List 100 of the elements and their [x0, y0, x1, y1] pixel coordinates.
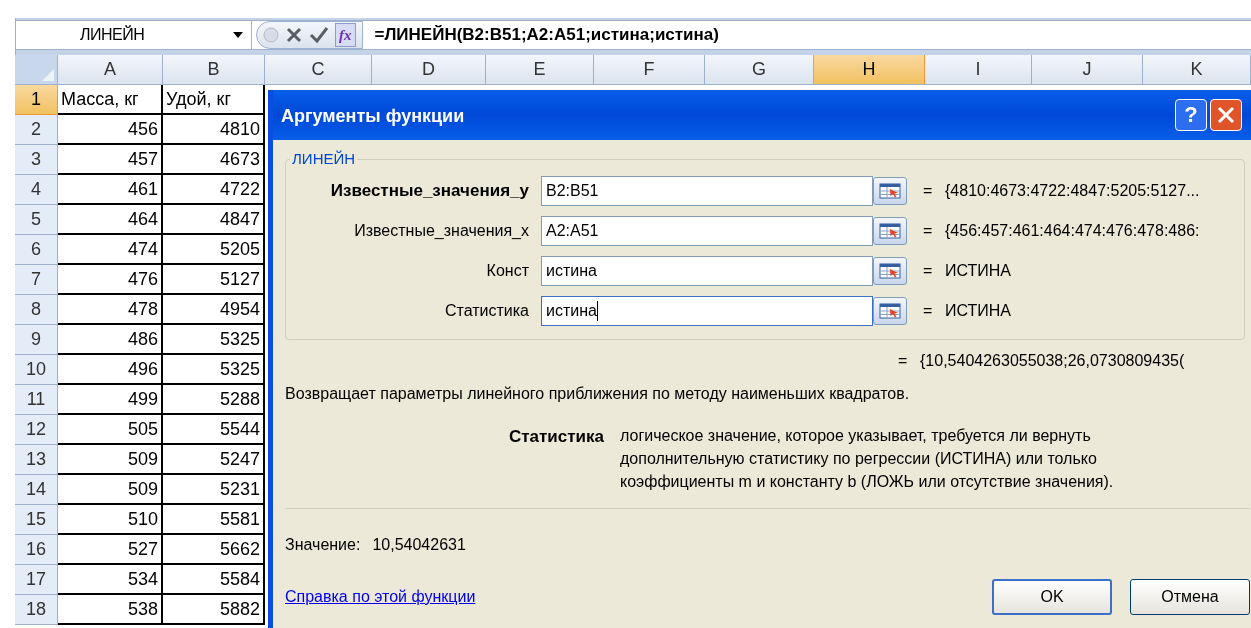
- close-icon: [1217, 106, 1235, 124]
- row-header[interactable]: 6: [15, 235, 58, 265]
- table-cell: 5231: [163, 475, 265, 505]
- column-header[interactable]: J: [1032, 55, 1143, 84]
- table-cell: 5584: [163, 565, 265, 595]
- table-cell: 509: [58, 445, 163, 475]
- close-button[interactable]: [1210, 99, 1242, 131]
- table-cell: 4847: [163, 205, 265, 235]
- argument-field[interactable]: истина: [541, 255, 873, 286]
- table-cell: 5581: [163, 505, 265, 535]
- column-header[interactable]: E: [486, 55, 594, 84]
- parameter-name: Статистика: [507, 425, 605, 448]
- table-cell: 456: [58, 115, 163, 145]
- row-header[interactable]: 3: [15, 145, 58, 175]
- table-cell: 5127: [163, 265, 265, 295]
- table-cell: 534: [58, 565, 163, 595]
- circle-icon: [263, 27, 279, 43]
- column-header[interactable]: C: [265, 55, 372, 84]
- help-link[interactable]: Справка по этой функции: [285, 584, 974, 609]
- row-header[interactable]: 14: [15, 475, 58, 505]
- text-cursor: [596, 300, 598, 321]
- row-header[interactable]: 11: [15, 385, 58, 415]
- column-header[interactable]: B: [163, 55, 265, 84]
- table-cell: 461: [58, 175, 163, 205]
- row-header[interactable]: 10: [15, 355, 58, 385]
- row-header[interactable]: 8: [15, 295, 58, 325]
- table-cell: 527: [58, 535, 163, 565]
- value-text: 10,54042631: [372, 534, 466, 555]
- range-select-button[interactable]: [873, 256, 907, 285]
- argument-field[interactable]: A2:A51: [541, 215, 873, 246]
- range-select-button[interactable]: [873, 176, 907, 205]
- row-header[interactable]: 15: [15, 505, 58, 535]
- equals-sign: =: [923, 300, 934, 321]
- argument-result: {456:457:461:464:474:476:478:486:: [945, 220, 1200, 241]
- help-button[interactable]: ?: [1175, 99, 1207, 131]
- row-header[interactable]: 4: [15, 175, 58, 205]
- group-label: ЛИНЕЙН: [291, 149, 357, 169]
- equals-sign: =: [923, 180, 934, 201]
- argument-label: Известные_значения_y: [329, 179, 530, 202]
- table-cell: 4954: [163, 295, 265, 325]
- equals-sign: =: [923, 220, 934, 241]
- dialog-button[interactable]: OK: [992, 578, 1112, 615]
- table-cell: 5247: [163, 445, 265, 475]
- range-select-button[interactable]: [873, 216, 907, 245]
- row-header[interactable]: 2: [15, 115, 58, 145]
- argument-result: ИСТИНА: [945, 260, 1012, 281]
- check-icon[interactable]: [309, 26, 329, 44]
- row-header[interactable]: 18: [15, 595, 58, 625]
- table-cell: Масса, кг: [58, 85, 163, 115]
- table-cell: 5544: [163, 415, 265, 445]
- table-cell: 5288: [163, 385, 265, 415]
- formula-result: {10,5404263055038;26,0730809435(: [920, 350, 1185, 371]
- dialog-title: Аргументы функции: [281, 104, 466, 128]
- equals-sign: =: [898, 350, 909, 371]
- insert-function-button[interactable]: fx: [335, 23, 356, 47]
- row-header[interactable]: 5: [15, 205, 58, 235]
- table-cell: 4673: [163, 145, 265, 175]
- row-header[interactable]: 9: [15, 325, 58, 355]
- name-box[interactable]: ЛИНЕЙН: [16, 21, 252, 49]
- argument-label: Статистика: [443, 300, 530, 321]
- range-select-button[interactable]: [873, 296, 907, 325]
- argument-result: {4810:4673:4722:4847:5205:5127...: [945, 180, 1200, 201]
- table-cell: 509: [58, 475, 163, 505]
- column-header[interactable]: I: [925, 55, 1032, 84]
- row-header[interactable]: 7: [15, 265, 58, 295]
- dialog-button[interactable]: Отмена: [1130, 578, 1250, 615]
- argument-result: ИСТИНА: [945, 300, 1012, 321]
- table-cell: 510: [58, 505, 163, 535]
- table-cell: 499: [58, 385, 163, 415]
- table-cell: 538: [58, 595, 163, 625]
- row-header[interactable]: 16: [15, 535, 58, 565]
- row-header[interactable]: 17: [15, 565, 58, 595]
- table-cell: Удой, кг: [163, 85, 265, 115]
- value-label: Значение:: [285, 534, 361, 555]
- column-header[interactable]: H: [814, 55, 925, 84]
- column-header[interactable]: D: [372, 55, 486, 84]
- argument-label: Известные_значения_x: [353, 220, 530, 241]
- cancel-icon[interactable]: [285, 26, 303, 44]
- row-header[interactable]: 12: [15, 415, 58, 445]
- column-header[interactable]: A: [58, 55, 163, 84]
- table-cell: 464: [58, 205, 163, 235]
- table-cell: 486: [58, 325, 163, 355]
- table-cell: 5205: [163, 235, 265, 265]
- row-header[interactable]: 13: [15, 445, 58, 475]
- table-cell: 476: [58, 265, 163, 295]
- table-cell: 5325: [163, 355, 265, 385]
- formula-text[interactable]: =ЛИНЕЙН(B2:B51;A2:A51;истина;истина): [374, 22, 719, 48]
- table-cell: 505: [58, 415, 163, 445]
- dropdown-caret-icon: [233, 32, 243, 38]
- row-header[interactable]: 1: [15, 85, 58, 115]
- column-header[interactable]: F: [594, 55, 705, 84]
- equals-sign: =: [923, 260, 934, 281]
- table-cell: 478: [58, 295, 163, 325]
- table-cell: 5325: [163, 325, 265, 355]
- table-cell: 457: [58, 145, 163, 175]
- column-header[interactable]: K: [1143, 55, 1251, 84]
- argument-field[interactable]: B2:B51: [541, 175, 873, 206]
- argument-field[interactable]: истина: [541, 295, 873, 326]
- table-cell: 5882: [163, 595, 265, 625]
- parameter-description: логическое значение, которое указывает, требуется ли вернуть дополнительную статистику по регрессии (ИСТИНА) или только коэффициенты m и константу b (ЛОЖЬ или отсутствие значения).: [620, 425, 1114, 492]
